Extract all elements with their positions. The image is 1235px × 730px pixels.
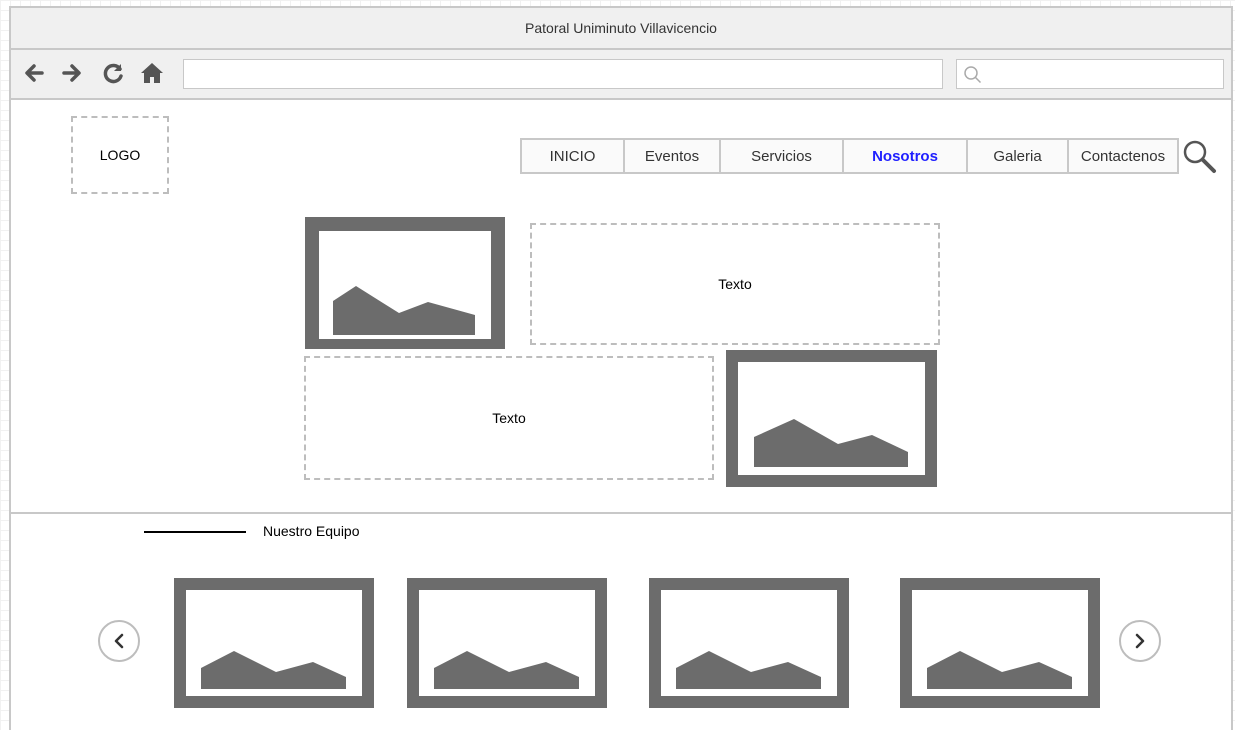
chevron-right-icon bbox=[1135, 633, 1145, 649]
section-divider bbox=[11, 512, 1231, 514]
browser-window: Patoral Uniminuto Villavicencio LOGO INI… bbox=[9, 6, 1233, 730]
text-block: Texto bbox=[304, 356, 714, 480]
nav-item-inicio[interactable]: INICIO bbox=[520, 138, 625, 174]
url-input[interactable] bbox=[183, 59, 943, 89]
home-icon[interactable] bbox=[139, 60, 165, 86]
nav-item-servicios[interactable]: Servicios bbox=[719, 138, 844, 174]
team-member-image-icon bbox=[407, 578, 607, 708]
logo-placeholder[interactable]: LOGO bbox=[71, 116, 169, 194]
nav-item-eventos[interactable]: Eventos bbox=[623, 138, 721, 174]
image-placeholder-icon bbox=[726, 350, 937, 487]
logo-text: LOGO bbox=[99, 147, 141, 163]
chevron-left-icon bbox=[114, 633, 124, 649]
text-block-label: Texto bbox=[718, 276, 752, 292]
refresh-icon[interactable] bbox=[101, 60, 127, 86]
nav-item-galeria[interactable]: Galeria bbox=[966, 138, 1069, 174]
team-section-title: Nuestro Equipo bbox=[263, 523, 360, 539]
browser-search-field[interactable] bbox=[956, 59, 1224, 89]
image-placeholder-icon bbox=[305, 217, 505, 349]
window-titlebar: Patoral Uniminuto Villavicencio bbox=[11, 8, 1231, 50]
carousel-next-button[interactable] bbox=[1119, 620, 1161, 662]
text-block-label: Texto bbox=[492, 410, 526, 426]
text-block: Texto bbox=[530, 223, 940, 345]
team-member-image-icon bbox=[900, 578, 1100, 708]
window-title: Patoral Uniminuto Villavicencio bbox=[525, 20, 717, 36]
search-icon bbox=[964, 66, 982, 84]
carousel-prev-button[interactable] bbox=[98, 620, 140, 662]
nav-item-contactenos[interactable]: Contactenos bbox=[1067, 138, 1179, 174]
browser-toolbar bbox=[11, 50, 1231, 100]
team-member-image-icon bbox=[649, 578, 849, 708]
forward-arrow-icon[interactable] bbox=[59, 60, 85, 86]
site-search-icon[interactable] bbox=[1181, 138, 1217, 174]
team-member-image-icon bbox=[174, 578, 374, 708]
nav-item-nosotros[interactable]: Nosotros bbox=[842, 138, 968, 174]
main-nav: INICIO Eventos Servicios Nosotros Galeri… bbox=[520, 138, 1179, 174]
section-title-rule bbox=[144, 531, 246, 533]
back-arrow-icon[interactable] bbox=[21, 60, 47, 86]
